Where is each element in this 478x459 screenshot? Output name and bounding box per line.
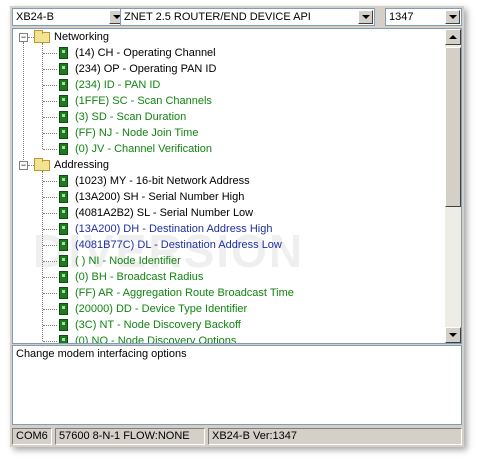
- scroll-up-icon[interactable]: [445, 29, 461, 45]
- scroll-down-icon[interactable]: [445, 327, 461, 343]
- status-device: XB24-B Ver:1347: [208, 428, 462, 445]
- description-panel: Change modem interfacing options: [12, 345, 462, 425]
- parameter-icon: [59, 127, 68, 139]
- tree-connector: [43, 149, 57, 150]
- function-set-select[interactable]: ZNET 2.5 ROUTER/END DEVICE API: [120, 8, 375, 26]
- scrollbar-thumb[interactable]: [445, 47, 461, 207]
- xctu-modem-config-window: XB24-B ZNET 2.5 ROUTER/END DEVICE API 13…: [10, 6, 464, 447]
- modem-select[interactable]: XB24-B: [12, 8, 126, 26]
- parameter-label: (1FFE) SC - Scan Channels: [75, 95, 212, 107]
- tree-connector: [43, 261, 57, 262]
- tree-connector: [43, 197, 57, 198]
- tree-connector: [43, 245, 57, 246]
- parameter-icon: [59, 111, 68, 123]
- parameter-label: (1023) MY - 16-bit Network Address: [75, 175, 250, 187]
- status-port: COM6: [12, 428, 52, 445]
- parameter-label: (0) NO - Node Discovery Options: [75, 335, 237, 344]
- modem-select-value: XB24-B: [16, 11, 54, 23]
- parameter-label: (20000) DD - Device Type Identifier: [75, 303, 248, 315]
- folder-icon: [34, 30, 50, 43]
- parameter-label: (3C) NT - Node Discovery Backoff: [75, 319, 241, 331]
- tree-connector: [43, 101, 57, 102]
- parameter-icon: [59, 335, 68, 343]
- tree-group-label: Addressing: [54, 159, 110, 171]
- chevron-down-icon[interactable]: [358, 10, 373, 24]
- tree-connector: [43, 341, 57, 342]
- parameter-icon: [59, 143, 68, 155]
- parameter-icon: [59, 255, 68, 267]
- parameter-tree[interactable]: DIVERSION − Networking (14) CH - Operating…: [12, 28, 462, 344]
- vertical-scrollbar[interactable]: [445, 29, 461, 343]
- tree-connector: [43, 181, 57, 182]
- parameter-icon: [59, 223, 68, 235]
- parameter-icon: [59, 191, 68, 203]
- tree-connector: [23, 42, 24, 162]
- parameter-icon: [59, 319, 68, 331]
- tree-connector: [43, 85, 57, 86]
- tree-connector: [43, 117, 57, 118]
- collapse-icon[interactable]: −: [19, 33, 28, 42]
- parameter-label: (FF) NJ - Node Join Time: [75, 127, 199, 139]
- parameter-label: (234) OP - Operating PAN ID: [75, 63, 217, 75]
- parameter-label: (13A200) DH - Destination Address High: [75, 223, 273, 235]
- parameter-icon: [59, 95, 68, 107]
- folder-icon: [34, 158, 50, 171]
- version-select[interactable]: 1347: [385, 8, 462, 26]
- parameter-label: (3) SD - Scan Duration: [75, 111, 187, 123]
- tree-group-label: Networking: [54, 31, 110, 43]
- parameter-label: (FF) AR - Aggregation Route Broadcast Ti…: [75, 287, 294, 299]
- parameter-label: (13A200) SH - Serial Number High: [75, 191, 245, 203]
- status-bar: COM6 57600 8-N-1 FLOW:NONE XB24-B Ver:13…: [12, 428, 462, 445]
- parameter-label: (4081B77C) DL - Destination Address Low: [75, 239, 282, 251]
- parameter-icon: [59, 207, 68, 219]
- parameter-icon: [59, 287, 68, 299]
- parameter-label: (0) JV - Channel Verification: [75, 143, 212, 155]
- collapse-icon[interactable]: −: [19, 161, 28, 170]
- version-select-value: 1347: [389, 11, 414, 23]
- parameter-icon: [59, 63, 68, 75]
- parameter-icon: [59, 303, 68, 315]
- parameter-icon: [59, 175, 68, 187]
- parameter-label: (4081A2B2) SL - Serial Number Low: [75, 207, 254, 219]
- tree-connector: [43, 69, 57, 70]
- tree-connector: [43, 293, 57, 294]
- tree-connector: [43, 309, 57, 310]
- tree-connector: [43, 53, 57, 54]
- chevron-down-icon[interactable]: [445, 10, 460, 24]
- tree-connector: [43, 277, 57, 278]
- parameter-icon: [59, 47, 68, 59]
- parameter-label: (234) ID - PAN ID: [75, 79, 161, 91]
- parameter-icon: [59, 271, 68, 283]
- parameter-label: (14) CH - Operating Channel: [75, 47, 216, 59]
- status-settings: 57600 8-N-1 FLOW:NONE: [55, 428, 205, 445]
- tree-connector: [43, 325, 57, 326]
- parameter-label: (0) BH - Broadcast Radius: [75, 271, 204, 283]
- tree-connector: [43, 213, 57, 214]
- tree-connector: [43, 133, 57, 134]
- parameter-label: ( ) NI - Node Identifier: [75, 255, 181, 267]
- parameter-icon: [59, 79, 68, 91]
- parameter-icon: [59, 239, 68, 251]
- tree-connector: [43, 229, 57, 230]
- description-text: Change modem interfacing options: [16, 348, 187, 360]
- function-set-select-value: ZNET 2.5 ROUTER/END DEVICE API: [124, 11, 311, 23]
